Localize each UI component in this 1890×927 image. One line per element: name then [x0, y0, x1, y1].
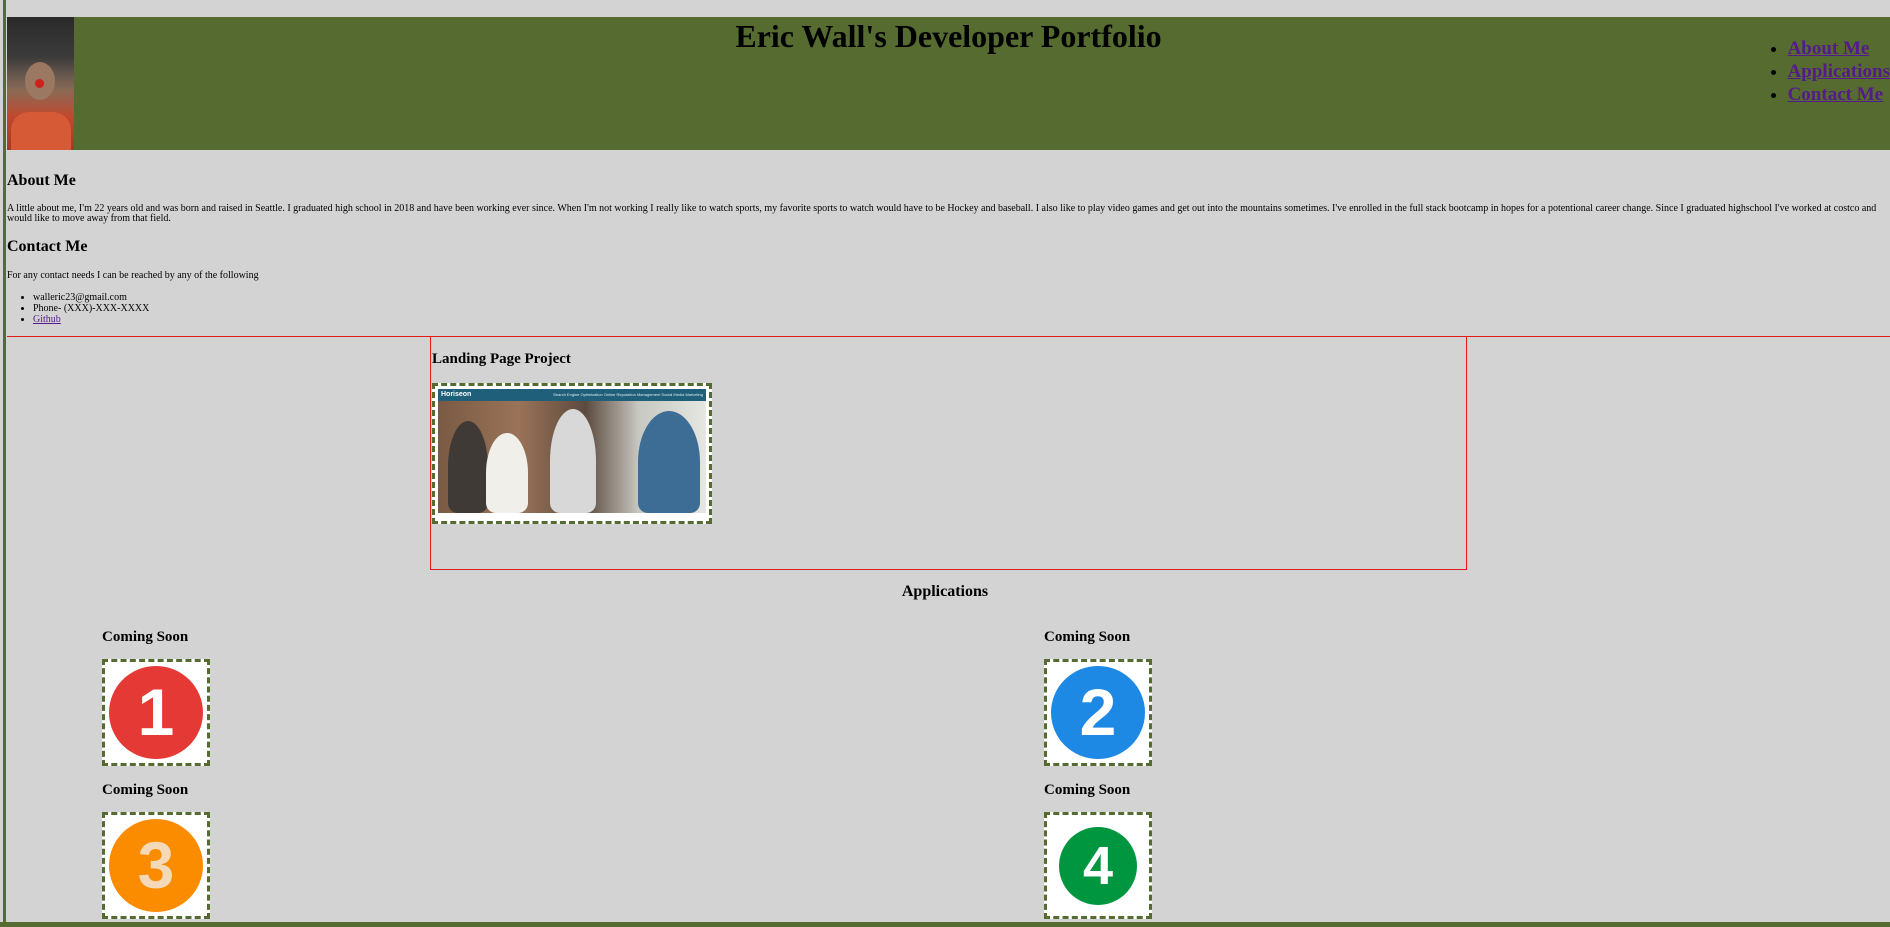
- app-title: Coming Soon: [1044, 782, 1131, 798]
- contact-phone: Phone- (XXX)-XXX-XXXX: [33, 303, 149, 314]
- contact-list: walleric23@gmail.com Phone- (XXX)-XXX-XX…: [7, 292, 149, 325]
- app-title: Coming Soon: [1044, 629, 1131, 645]
- about-text: A little about me, I'm 22 years old and …: [7, 203, 1877, 224]
- page-title: Eric Wall's Developer Portfolio: [735, 18, 1162, 54]
- site-header: Eric Wall's Developer Portfolio About Me…: [7, 17, 1890, 150]
- contact-github-item: Github: [33, 314, 149, 325]
- applications-heading: Applications: [901, 583, 989, 600]
- about-heading: About Me: [7, 172, 76, 189]
- github-link[interactable]: Github: [33, 314, 61, 325]
- nav-link-applications[interactable]: Applications: [1788, 61, 1890, 82]
- project-screenshot[interactable]: Horiseon Search Engine Optimization Onli…: [432, 383, 712, 524]
- contact-email: walleric23@gmail.com: [33, 292, 149, 303]
- page-bottom-border: [0, 922, 1890, 927]
- app-card-3: Coming Soon 3: [102, 782, 210, 919]
- number-3-icon: 3: [109, 819, 203, 912]
- screenshot-links: Search Engine Optimization Online Reputa…: [553, 392, 703, 397]
- app-thumbnail-1[interactable]: 1: [102, 659, 210, 766]
- nav-item-about: About Me: [1788, 37, 1890, 60]
- contact-intro: For any contact needs I can be reached b…: [7, 270, 259, 281]
- app-card-4: Coming Soon 4: [1044, 782, 1152, 919]
- app-title: Coming Soon: [102, 782, 189, 798]
- project-title: Landing Page Project: [432, 351, 571, 367]
- app-card-2: Coming Soon 2: [1044, 629, 1152, 766]
- app-thumbnail-4[interactable]: 4: [1044, 812, 1152, 919]
- contact-heading: Contact Me: [7, 238, 88, 255]
- app-card-1: Coming Soon 1: [102, 629, 210, 766]
- number-1-icon: 1: [109, 666, 203, 759]
- nav-link-about[interactable]: About Me: [1788, 38, 1870, 59]
- nav-item-applications: Applications: [1788, 60, 1890, 83]
- app-thumbnail-2[interactable]: 2: [1044, 659, 1152, 766]
- app-thumbnail-3[interactable]: 3: [102, 812, 210, 919]
- number-2-icon: 2: [1051, 666, 1145, 759]
- nav-link-contact[interactable]: Contact Me: [1788, 84, 1884, 105]
- project-card: Landing Page Project Horiseon Search Eng…: [430, 336, 1467, 570]
- screenshot-brand: Horiseon: [441, 391, 472, 398]
- number-4-icon: 4: [1059, 827, 1137, 905]
- app-title: Coming Soon: [102, 629, 189, 645]
- page-left-border: [3, 0, 6, 927]
- screenshot-navbar: Horiseon Search Engine Optimization Onli…: [438, 389, 706, 401]
- screenshot-hero-photo: [438, 401, 706, 513]
- nav-item-contact: Contact Me: [1788, 83, 1890, 106]
